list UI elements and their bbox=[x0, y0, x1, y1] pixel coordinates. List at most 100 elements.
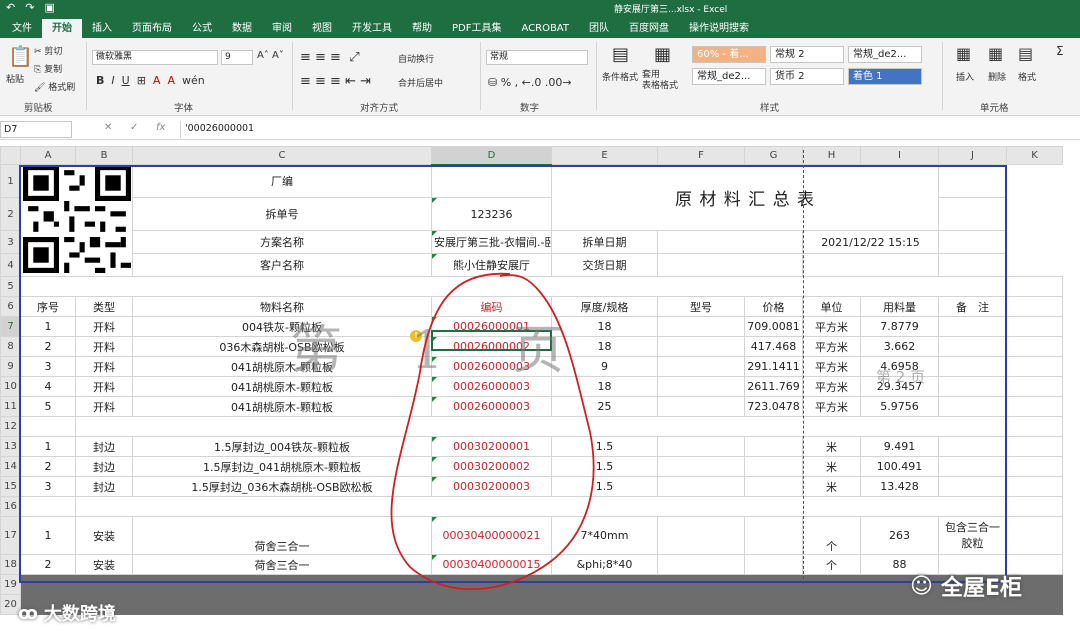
style-normal-2[interactable]: 常规 2 bbox=[770, 46, 844, 63]
row-header[interactable]: 1 bbox=[0, 163, 21, 199]
tab-developer[interactable]: 开发工具 bbox=[342, 19, 402, 38]
tab-search[interactable]: 操作说明搜索 bbox=[679, 19, 759, 38]
tab-review[interactable]: 审阅 bbox=[262, 19, 302, 38]
format-painter-button[interactable]: 🖌 格式刷 bbox=[34, 80, 75, 93]
value-changbian[interactable] bbox=[431, 163, 552, 199]
cell[interactable] bbox=[20, 496, 76, 517]
col-header-f[interactable]: F bbox=[657, 146, 745, 165]
row-header[interactable]: 4 bbox=[0, 253, 21, 277]
cell-price[interactable]: 291.1411 bbox=[744, 356, 803, 377]
row-header[interactable]: 6 bbox=[0, 296, 21, 317]
cell-note[interactable] bbox=[938, 376, 1007, 397]
value-date[interactable]: 2021/12/22 15:15 bbox=[802, 230, 939, 255]
header-name[interactable]: 物料名称 bbox=[132, 296, 432, 317]
row-header[interactable]: 15 bbox=[0, 476, 21, 497]
cell[interactable] bbox=[1006, 376, 1063, 397]
style-60-accent[interactable]: 60% - 着... bbox=[692, 46, 766, 63]
cell-name[interactable]: 荷舍三合一 bbox=[132, 554, 432, 575]
header-spec[interactable]: 厚度/规格 bbox=[551, 296, 658, 317]
row-header[interactable]: 5 bbox=[0, 276, 21, 297]
cell-name[interactable]: 1.5厚封边_041胡桃原木-颗粒板 bbox=[132, 456, 432, 477]
cell-qty[interactable]: 29.3457 bbox=[860, 376, 939, 397]
cell[interactable] bbox=[1006, 356, 1063, 377]
align-buttons[interactable]: ≡ ≡ ≡ ⤢ bbox=[300, 50, 360, 65]
cell-no[interactable]: 2 bbox=[20, 336, 76, 357]
cell-name[interactable]: 041胡桃原木-颗粒板 bbox=[132, 356, 432, 377]
cell-name[interactable]: 041胡桃原木-颗粒板 bbox=[132, 396, 432, 417]
function-icon[interactable]: fx bbox=[156, 122, 165, 133]
cell-no[interactable]: 3 bbox=[20, 476, 76, 497]
cell-no[interactable]: 2 bbox=[20, 456, 76, 477]
tab-view[interactable]: 视图 bbox=[302, 19, 342, 38]
table-format-button[interactable]: 套用 表格格式 bbox=[642, 70, 678, 92]
tab-acrobat[interactable]: ACROBAT bbox=[511, 19, 579, 38]
cell-type[interactable]: 安装 bbox=[75, 554, 133, 575]
label-customer[interactable]: 客户名称 bbox=[132, 253, 432, 277]
sheet-title[interactable]: 原 材 料 汇 总 表 bbox=[551, 163, 939, 232]
cell-code[interactable]: 00030200001 bbox=[431, 436, 552, 457]
col-header-i[interactable]: I bbox=[860, 146, 939, 165]
col-header-j[interactable]: J bbox=[938, 146, 1007, 165]
cell[interactable] bbox=[1006, 476, 1063, 497]
name-box[interactable]: D7 bbox=[0, 121, 72, 138]
cell-price[interactable]: 417.468 bbox=[744, 336, 803, 357]
cell-model[interactable] bbox=[657, 516, 745, 555]
cell-code[interactable]: 00026000001 bbox=[431, 316, 552, 337]
row-header[interactable]: 10 bbox=[0, 376, 21, 397]
cell-name[interactable]: 荷舍三合一 bbox=[132, 516, 432, 555]
cell-spec[interactable]: 9 bbox=[551, 356, 658, 377]
col-header-h[interactable]: H bbox=[802, 146, 861, 165]
cell-model[interactable] bbox=[657, 554, 745, 575]
header-qty[interactable]: 用料量 bbox=[860, 296, 939, 317]
cell-spec[interactable]: 1.5 bbox=[551, 436, 658, 457]
cell-price[interactable] bbox=[744, 516, 803, 555]
cell[interactable] bbox=[938, 253, 1007, 277]
cell[interactable] bbox=[1006, 276, 1063, 297]
cell-model[interactable] bbox=[657, 436, 745, 457]
insert-cells-icon[interactable]: ▦ bbox=[956, 44, 971, 63]
select-all-corner[interactable] bbox=[0, 146, 21, 165]
cell-spec[interactable]: 18 bbox=[551, 336, 658, 357]
cell-qty[interactable]: 9.491 bbox=[860, 436, 939, 457]
tab-data[interactable]: 数据 bbox=[222, 19, 262, 38]
paste-icon[interactable]: 📋 bbox=[8, 44, 33, 68]
cell-code[interactable]: 00030400000021 bbox=[431, 516, 552, 555]
font-grow-shrink[interactable]: A˄ A˅ bbox=[257, 50, 284, 61]
cell[interactable] bbox=[938, 230, 1007, 255]
cell-type[interactable]: 开料 bbox=[75, 356, 133, 377]
cell[interactable] bbox=[802, 253, 939, 277]
cell-note[interactable] bbox=[938, 396, 1007, 417]
cell-name[interactable]: 1.5厚封边_004铁灰-颗粒板 bbox=[132, 436, 432, 457]
style-accent-1[interactable]: 着色 1 bbox=[848, 68, 922, 85]
col-header-a[interactable]: A bbox=[20, 146, 76, 165]
cell-code[interactable]: 00026000002 bbox=[431, 336, 552, 357]
number-format-select[interactable]: 常规 bbox=[486, 50, 588, 65]
cell[interactable] bbox=[75, 416, 1007, 437]
cell[interactable] bbox=[75, 496, 1007, 517]
cell[interactable] bbox=[657, 230, 803, 255]
font-name-select[interactable]: 微软雅黑 bbox=[92, 50, 218, 65]
cell[interactable] bbox=[1006, 456, 1063, 477]
insert-cells-button[interactable]: 插入 bbox=[956, 70, 974, 83]
row-header[interactable]: 9 bbox=[0, 356, 21, 377]
cell[interactable] bbox=[1006, 416, 1063, 437]
tab-formulas[interactable]: 公式 bbox=[182, 19, 222, 38]
cancel-icon[interactable]: ✕ bbox=[104, 122, 112, 133]
cell-spec[interactable]: 1.5 bbox=[551, 456, 658, 477]
cell-no[interactable]: 5 bbox=[20, 396, 76, 417]
tab-file[interactable]: 文件 bbox=[2, 19, 42, 38]
cell-no[interactable]: 2 bbox=[20, 554, 76, 575]
font-style-buttons[interactable]: B I U ⊞ A A wén bbox=[96, 74, 205, 87]
wrap-text-button[interactable]: 自动换行 bbox=[398, 52, 434, 65]
col-header-e[interactable]: E bbox=[551, 146, 658, 165]
style-normal-de2[interactable]: 常规_de2... bbox=[848, 46, 922, 63]
cell-unit[interactable]: 平方米 bbox=[802, 356, 861, 377]
cell-name[interactable]: 1.5厚封边_036木森胡桃-OSB欧松板 bbox=[132, 476, 432, 497]
font-size-select[interactable]: 9 bbox=[221, 50, 253, 65]
cell-no[interactable]: 3 bbox=[20, 356, 76, 377]
cell-model[interactable] bbox=[657, 356, 745, 377]
cell-model[interactable] bbox=[657, 456, 745, 477]
delete-cells-button[interactable]: 删除 bbox=[988, 70, 1006, 83]
cell-qty[interactable]: 100.491 bbox=[860, 456, 939, 477]
align-buttons-2[interactable]: ≡ ≡ ≡ ⇤ ⇥ bbox=[300, 74, 371, 89]
